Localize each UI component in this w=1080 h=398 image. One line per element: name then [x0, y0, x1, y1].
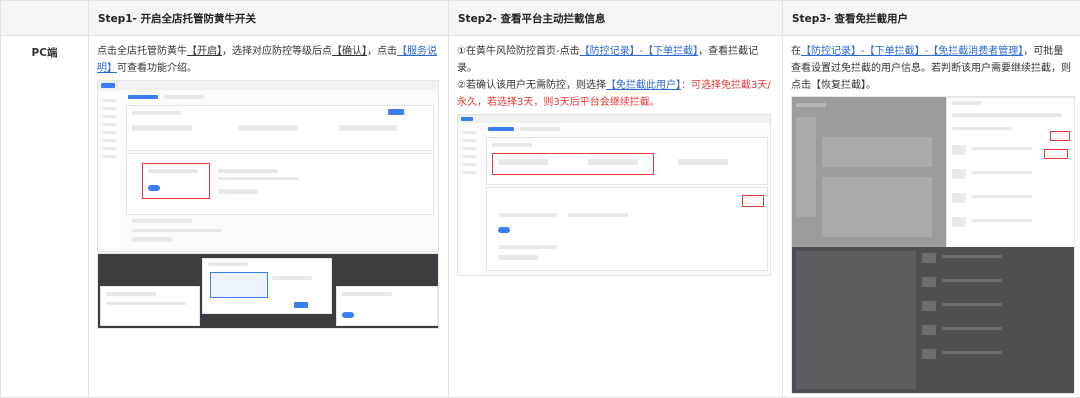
- step1-confirm-keyword: 【确认】: [332, 46, 367, 57]
- step2-screenshot: [457, 114, 771, 276]
- step2-text-a: ①在黄牛风险防控首页-点击: [457, 46, 580, 57]
- step3-text: 在【防控记录】-【下单拦截】-【免拦截消费者管理】，可批量查看设置过免拦截的用户…: [791, 43, 1072, 94]
- intercept-record-link[interactable]: 【防控记录】-【下单拦截】: [580, 46, 699, 57]
- header-step3: Step3- 查看免拦截用户: [783, 1, 1080, 36]
- step1-text-d: 可查看功能介绍。: [117, 63, 197, 74]
- step3-text-a: 在: [791, 46, 801, 57]
- step2-text-2: ②若确认该用户无需防控，则选择【免拦截此用户】：可选择免拦截3天/永久，若选择3…: [457, 77, 774, 111]
- step1-open-keyword: 【开启】: [187, 46, 222, 57]
- step3-screenshot: [791, 96, 1075, 394]
- row-label: PC端: [1, 36, 89, 398]
- exempt-consumer-management-link[interactable]: 【防控记录】-【下单拦截】-【免拦截消费者管理】: [801, 46, 1023, 57]
- header-step2: Step2- 查看平台主动拦截信息: [449, 1, 783, 36]
- step1-text-c: ，点击: [367, 46, 397, 57]
- step1-cell: 点击全店托管防黄牛【开启】，选择对应防控等级后点【确认】，点击【服务说明】可查看…: [89, 36, 449, 398]
- step2-cell: ①在黄牛风险防控首页-点击【防控记录】-【下单拦截】，查看拦截记录。 ②若确认该…: [449, 36, 783, 398]
- step1-dialog-screenshot: [97, 253, 439, 329]
- step1-screenshot: [97, 80, 439, 252]
- step2-text-1: ①在黄牛风险防控首页-点击【防控记录】-【下单拦截】，查看拦截记录。: [457, 43, 774, 77]
- exempt-user-link[interactable]: 【免拦截此用户】: [606, 80, 681, 91]
- header-platform: [1, 1, 89, 36]
- step1-text-a: 点击全店托管防黄牛: [97, 46, 187, 57]
- step1-text: 点击全店托管防黄牛【开启】，选择对应防控等级后点【确认】，点击【服务说明】可查看…: [97, 43, 440, 77]
- step2-text-c: ②若确认该用户无需防控，则选择: [457, 80, 606, 91]
- step1-text-b: ，选择对应防控等级后点: [222, 46, 332, 57]
- step3-cell: 在【防控记录】-【下单拦截】-【免拦截消费者管理】，可批量查看设置过免拦截的用户…: [783, 36, 1080, 398]
- header-step1: Step1- 开启全店托管防黄牛开关: [89, 1, 449, 36]
